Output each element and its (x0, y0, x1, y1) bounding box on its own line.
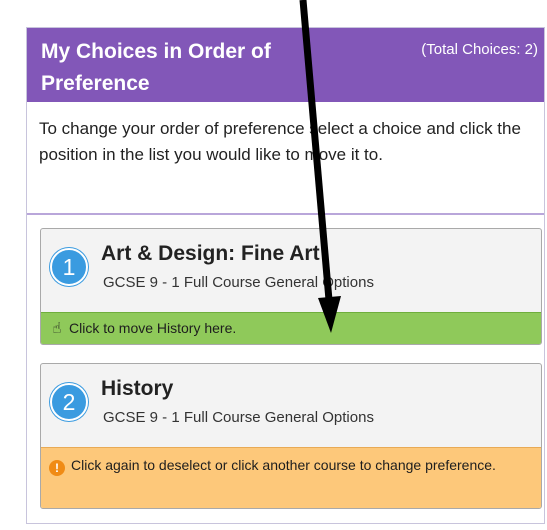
course-title: Art & Design: Fine Art (101, 242, 320, 265)
move-here-button[interactable]: ☝ Click to move History here. (41, 312, 541, 344)
choice-card-art-design[interactable]: 1 Art & Design: Fine Art GCSE 9 - 1 Full… (40, 228, 542, 345)
position-badge: 2 (50, 383, 88, 421)
divider (27, 213, 544, 215)
instructions-text: To change your order of preference selec… (39, 119, 521, 164)
total-choices-count: (Total Choices: 2) (421, 41, 538, 58)
course-title: History (101, 377, 174, 400)
deselect-notice-text: Click again to deselect or click another… (71, 457, 496, 473)
info-icon: ! (49, 460, 65, 476)
choice-card-header[interactable]: 2 History GCSE 9 - 1 Full Course General… (41, 364, 541, 448)
hand-pointer-icon: ☝ (52, 320, 62, 337)
panel-header: My Choices in Order of Preference (Total… (27, 28, 544, 102)
move-here-label: Click to move History here. (69, 320, 237, 336)
position-badge: 1 (50, 248, 88, 286)
choice-card-header[interactable]: 1 Art & Design: Fine Art GCSE 9 - 1 Full… (41, 229, 541, 313)
choices-panel: My Choices in Order of Preference (Total… (26, 27, 545, 524)
deselect-notice[interactable]: ! Click again to deselect or click anothe… (41, 447, 541, 508)
course-subtitle: GCSE 9 - 1 Full Course General Options (103, 409, 374, 426)
choice-card-history[interactable]: 2 History GCSE 9 - 1 Full Course General… (40, 363, 542, 509)
course-subtitle: GCSE 9 - 1 Full Course General Options (103, 274, 374, 291)
panel-title: My Choices in Order of Preference (41, 40, 271, 95)
